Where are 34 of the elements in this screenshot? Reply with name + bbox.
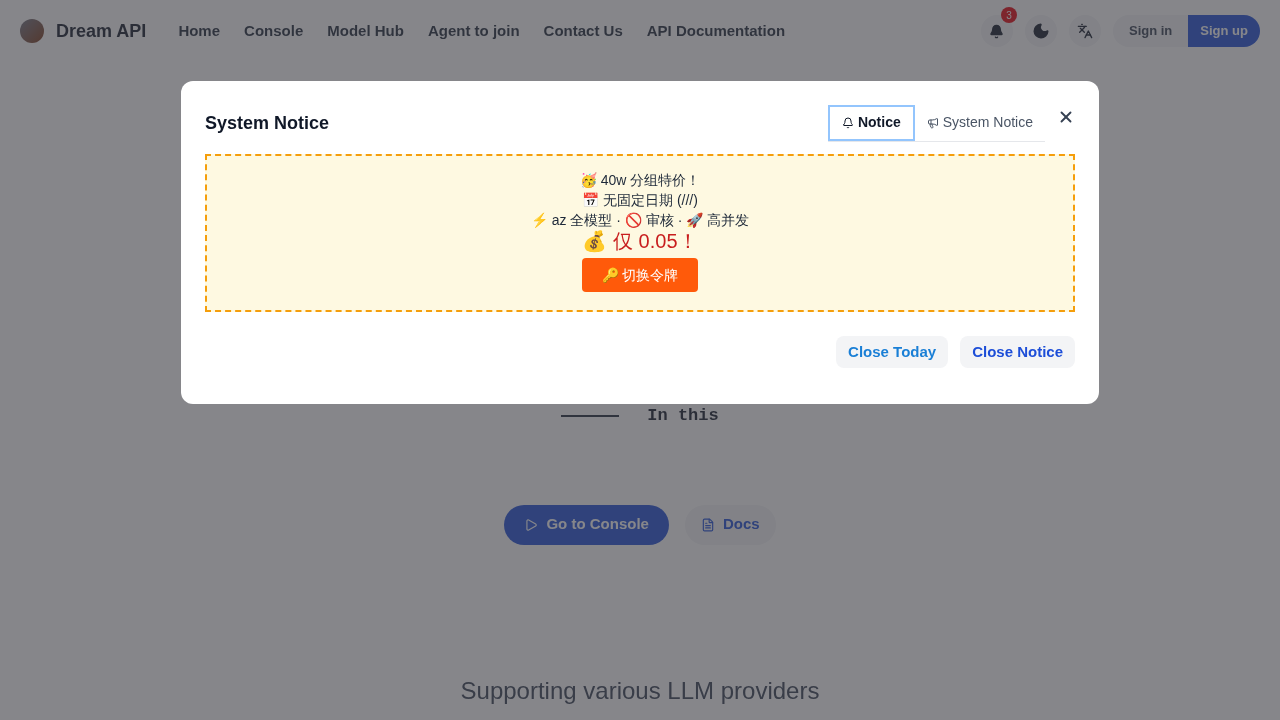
dialog-tab[interactable]: System Notice bbox=[914, 104, 1045, 141]
document-icon bbox=[700, 517, 715, 532]
close-today-button[interactable]: Close Today bbox=[836, 336, 949, 368]
bell-icon bbox=[841, 116, 854, 129]
nav-link[interactable]: Console bbox=[244, 19, 304, 43]
theme-toggle[interactable] bbox=[1025, 15, 1057, 47]
nav-link[interactable]: Model Hub bbox=[327, 19, 404, 43]
notice-line: ⚡ az 全模型 · 🚫 审核 · 🚀 高并发 bbox=[530, 211, 750, 230]
typing-text: In this bbox=[647, 405, 719, 427]
moon-icon bbox=[1032, 22, 1050, 40]
megaphone-icon bbox=[926, 116, 939, 129]
sign-up-button[interactable]: Sign up bbox=[1188, 15, 1260, 47]
switch-token-button[interactable]: 🔑 切换令牌 bbox=[581, 258, 699, 292]
docs-button[interactable]: Docs bbox=[684, 504, 776, 545]
dialog-title: System Notice bbox=[205, 111, 330, 135]
notice-line: 🥳 40w 分组特价！ bbox=[579, 171, 701, 190]
brand-name: Dream API bbox=[56, 20, 147, 43]
providers-heading: Supporting various LLM providers bbox=[460, 675, 820, 706]
sign-in-button[interactable]: Sign in bbox=[1113, 15, 1189, 47]
notice-line: 📅 无固定日期 (///) bbox=[582, 191, 698, 210]
close-notice-button[interactable]: Close Notice bbox=[960, 336, 1075, 368]
play-icon bbox=[524, 517, 539, 532]
nav-link[interactable]: Home bbox=[178, 19, 221, 43]
price-text: 💰 仅 0.05！ bbox=[582, 230, 698, 252]
bell-icon bbox=[989, 23, 1005, 39]
nav-link[interactable]: Contact Us bbox=[543, 19, 623, 43]
go-to-console-button[interactable]: Go to Console bbox=[504, 504, 669, 545]
logo-icon bbox=[20, 19, 44, 43]
nav-link[interactable]: Agent to join bbox=[427, 19, 520, 43]
language-button[interactable] bbox=[1069, 15, 1101, 47]
translate-icon bbox=[1077, 23, 1093, 39]
notification-badge: 3 bbox=[1001, 7, 1017, 23]
dialog-tab[interactable]: Notice bbox=[827, 104, 915, 141]
nav-link[interactable]: API Documentation bbox=[646, 19, 786, 43]
